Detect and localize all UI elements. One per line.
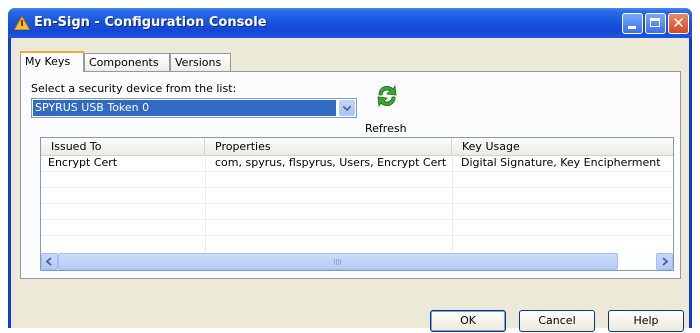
minimize-button[interactable]	[622, 13, 643, 34]
refresh-icon[interactable]	[373, 82, 401, 110]
maximize-icon	[650, 18, 660, 27]
close-button[interactable]: ✕	[668, 13, 689, 34]
minimize-icon	[628, 26, 636, 29]
dialog-client-area: My Keys Components Versions Select a sec…	[11, 38, 689, 332]
chevron-down-icon	[343, 106, 351, 111]
scroll-right-button[interactable]	[656, 253, 673, 270]
horizontal-scrollbar[interactable]	[41, 253, 673, 270]
dialog-window: En-Sign - Configuration Console ✕ My Key…	[8, 8, 692, 332]
maximize-button[interactable]	[645, 13, 666, 34]
dropdown-arrow-button[interactable]	[339, 100, 355, 116]
window-title: En-Sign - Configuration Console	[34, 15, 267, 30]
app-icon	[14, 16, 30, 30]
device-select-label: Select a security device from the list:	[31, 82, 237, 95]
chevron-left-icon	[45, 257, 52, 266]
row-divider	[41, 171, 673, 172]
column-header-properties[interactable]: Properties	[205, 138, 452, 155]
scroll-left-button[interactable]	[41, 253, 58, 270]
security-device-dropdown[interactable]: SPYRUS USB Token 0	[31, 98, 357, 118]
column-header-key-usage[interactable]: Key Usage	[452, 138, 673, 155]
tab-components[interactable]: Components	[84, 53, 170, 71]
keys-list[interactable]: Issued To Properties Key Usage Encrypt C…	[40, 137, 674, 271]
column-divider	[452, 155, 453, 253]
dropdown-selected-value: SPYRUS USB Token 0	[33, 100, 336, 116]
cell-key-usage: Digital Signature, Key Encipherment	[461, 156, 661, 169]
tab-versions[interactable]: Versions	[170, 53, 231, 71]
column-divider	[205, 155, 206, 253]
row-divider	[41, 219, 673, 220]
ok-button[interactable]: OK	[430, 310, 506, 332]
chevron-right-icon	[662, 257, 669, 266]
cell-issued-to: Encrypt Cert	[48, 156, 118, 169]
tab-my-keys[interactable]: My Keys	[20, 51, 84, 72]
table-row[interactable]: Encrypt Cert com, spyrus, flspyrus, User…	[41, 155, 673, 171]
title-bar[interactable]: En-Sign - Configuration Console ✕	[8, 8, 692, 38]
grip-icon	[334, 259, 342, 265]
cancel-button[interactable]: Cancel	[519, 310, 595, 332]
cell-properties: com, spyrus, flspyrus, Users, Encrypt Ce…	[215, 156, 447, 169]
keys-list-header: Issued To Properties Key Usage	[41, 138, 673, 156]
refresh-button-label[interactable]: Refresh	[365, 122, 407, 135]
scrollbar-thumb[interactable]	[58, 253, 618, 270]
row-divider	[41, 235, 673, 236]
close-icon: ✕	[672, 14, 685, 32]
row-divider	[41, 187, 673, 188]
column-header-issued-to[interactable]: Issued To	[41, 138, 205, 155]
row-divider	[41, 203, 673, 204]
help-button[interactable]: Help	[608, 310, 684, 332]
